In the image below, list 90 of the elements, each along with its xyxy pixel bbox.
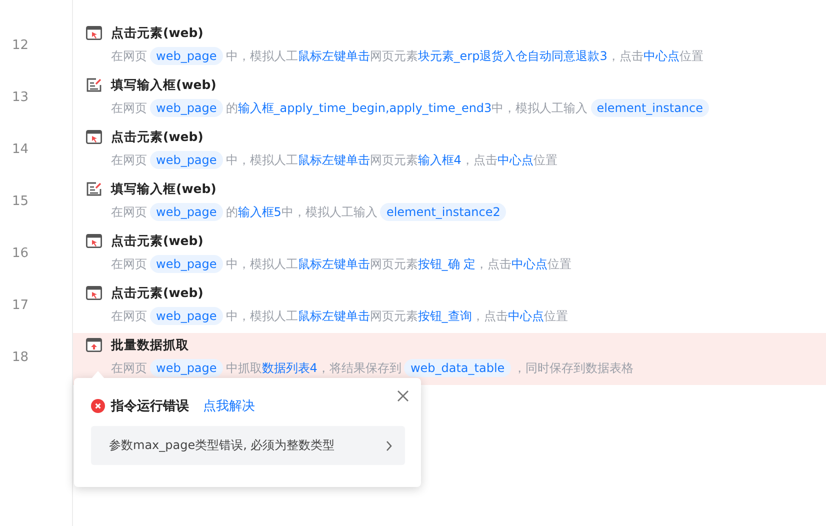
- description-text: 网页元素: [370, 308, 418, 324]
- description-text: 中，模拟人工输入: [281, 204, 378, 220]
- description-text: 在网页: [111, 308, 147, 324]
- element-link[interactable]: 数据列表4: [262, 360, 318, 376]
- description-text: 中，模拟人工: [226, 152, 298, 168]
- description-text: 在网页: [111, 204, 147, 220]
- variable-tag: element_instance: [590, 99, 710, 117]
- step-title: 点击元素(web): [111, 284, 204, 302]
- step-row[interactable]: 点击元素(web) 在网页 web_page 中，模拟人工鼠标左键单击网页元素块元素_erp退货入仓自动同意退款3，点击中心点位置: [73, 21, 826, 73]
- description-text: ，点击: [472, 308, 508, 324]
- step-row[interactable]: 点击元素(web) 在网页 web_page 中，模拟人工鼠标左键单击网页元素按钮_确 定，点击中心点位置: [73, 229, 826, 281]
- cursor-window-icon: [86, 286, 102, 300]
- description-text: ，点击: [461, 152, 498, 168]
- variable-tag: web_page: [150, 307, 223, 325]
- chevron-right-icon: [385, 440, 393, 452]
- element-link[interactable]: 块元素_erp退货入仓自动同意退款3: [418, 48, 608, 64]
- line-number: 18: [12, 350, 29, 364]
- description-text: 位置: [533, 152, 558, 168]
- element-link[interactable]: 输入框_apply_time_begin,apply_time_end3: [238, 100, 492, 116]
- line-number: 15: [12, 194, 29, 208]
- description-text: 中，模拟人工: [226, 48, 298, 64]
- variable-tag: web_page: [150, 99, 223, 117]
- step-title: 点击元素(web): [111, 128, 204, 146]
- description-text: 网页元素: [370, 256, 418, 272]
- variable-tag: web_data_table: [404, 359, 511, 377]
- resolve-link[interactable]: 点我解决: [203, 397, 255, 415]
- description-text: 在网页: [111, 256, 147, 272]
- step-title: 批量数据抓取: [111, 336, 189, 354]
- error-message: 参数max_page类型错误, 必须为整数类型: [109, 437, 335, 454]
- description-text: 位置: [679, 48, 704, 64]
- error-message-row[interactable]: 参数max_page类型错误, 必须为整数类型: [91, 426, 405, 465]
- element-link[interactable]: 鼠标左键单击: [298, 308, 370, 324]
- step-row-error[interactable]: 批量数据抓取 在网页 web_page 中抓取数据列表4，将结果保存到 web_data_table ，同时保存到数据表格: [73, 333, 826, 385]
- element-link[interactable]: 按钮_确 定: [418, 256, 476, 272]
- description-text: 中，模拟人工: [226, 256, 298, 272]
- error-title: 指令运行错误: [111, 398, 189, 415]
- description-text: 中抓取: [226, 360, 262, 376]
- description-text: 的: [226, 100, 238, 116]
- error-icon: [91, 399, 105, 413]
- description-text: 位置: [544, 308, 568, 324]
- description-text: 中，模拟人工: [226, 308, 298, 324]
- description-text: 网页元素: [370, 48, 418, 64]
- description-text: 位置: [548, 256, 572, 272]
- description-text: 的: [226, 204, 238, 220]
- variable-tag: element_instance2: [380, 203, 506, 221]
- step-row[interactable]: 点击元素(web) 在网页 web_page 中，模拟人工鼠标左键单击网页元素按钮_查询，点击中心点位置: [73, 281, 826, 333]
- browser-upload-icon: [86, 338, 102, 352]
- variable-tag: web_page: [150, 203, 223, 221]
- cursor-window-icon: [86, 26, 102, 40]
- description-text: 中，模拟人工输入: [492, 100, 588, 116]
- edit-form-icon: [86, 78, 102, 92]
- step-row[interactable]: 填写输入框(web) 在网页 web_page 的输入框5中，模拟人工输入 element_instance2: [73, 177, 826, 229]
- step-title: 填写输入框(web): [111, 180, 216, 198]
- variable-tag: web_page: [150, 151, 223, 169]
- cursor-window-icon: [86, 130, 102, 144]
- step-title: 填写输入框(web): [111, 76, 216, 94]
- step-row[interactable]: 点击元素(web) 在网页 web_page 中，模拟人工鼠标左键单击网页元素输入框4，点击中心点位置: [73, 125, 826, 177]
- element-link[interactable]: 中心点: [508, 308, 544, 324]
- element-link[interactable]: 中心点: [643, 48, 680, 64]
- description-text: 在网页: [111, 152, 147, 168]
- description-text: 在网页: [111, 360, 147, 376]
- element-link[interactable]: 输入框4: [418, 152, 462, 168]
- element-link[interactable]: 中心点: [512, 256, 548, 272]
- description-text: ，将结果保存到: [317, 360, 402, 376]
- element-link[interactable]: 鼠标左键单击: [298, 152, 370, 168]
- element-link[interactable]: 鼠标左键单击: [298, 48, 370, 64]
- step-title: 点击元素(web): [111, 24, 204, 42]
- element-link[interactable]: 鼠标左键单击: [298, 256, 370, 272]
- variable-tag: web_page: [150, 47, 223, 65]
- step-row[interactable]: 填写输入框(web) 在网页 web_page 的输入框_apply_time_begin,apply_time_end3中，模拟人工输入 element_instance: [73, 73, 826, 125]
- description-text: 在网页: [111, 48, 147, 64]
- step-title: 点击元素(web): [111, 232, 204, 250]
- close-icon[interactable]: [395, 388, 411, 404]
- line-number: 14: [12, 142, 29, 156]
- variable-tag: web_page: [150, 255, 223, 273]
- cursor-window-icon: [86, 234, 102, 248]
- line-number: 17: [12, 298, 29, 312]
- variable-tag: web_page: [150, 359, 223, 377]
- description-text: ，点击: [607, 48, 644, 64]
- line-number: 16: [12, 246, 29, 260]
- description-text: 在网页: [111, 100, 147, 116]
- description-text: 网页元素: [370, 152, 418, 168]
- element-link[interactable]: 输入框5: [238, 204, 282, 220]
- edit-form-icon: [86, 182, 102, 196]
- description-text: ，点击: [476, 256, 512, 272]
- element-link[interactable]: 中心点: [497, 152, 534, 168]
- line-number: 12: [12, 38, 29, 52]
- description-text: ，同时保存到数据表格: [514, 360, 634, 376]
- line-number: 13: [12, 90, 29, 104]
- element-link[interactable]: 按钮_查询: [418, 308, 472, 324]
